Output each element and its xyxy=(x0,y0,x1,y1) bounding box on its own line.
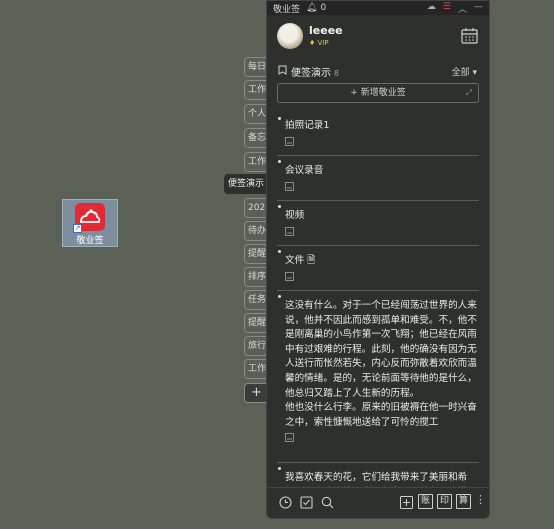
tab-category[interactable]: 工作 xyxy=(244,80,268,100)
attachment-icon[interactable] xyxy=(285,136,294,146)
note-text: 文件 xyxy=(285,255,305,266)
attachment-icon[interactable] xyxy=(285,181,294,191)
note-text: 会议录音 xyxy=(277,156,479,179)
tab-category[interactable]: 任务 xyxy=(244,290,268,310)
tab-category[interactable]: 旅行 xyxy=(244,336,268,356)
collapse-icon[interactable]: ︿ xyxy=(458,2,467,15)
notes-panel: 敬业签 🔔︎ 0 ☁ ☰ ︿ — leeee ♦ VIP 便签演示 8 全部 ▾ … xyxy=(266,0,490,519)
calculator-button[interactable]: 算 xyxy=(456,494,471,509)
tab-category[interactable]: 工作 xyxy=(244,152,268,172)
note-text: 拍照记录1 xyxy=(277,113,479,134)
more-icon[interactable]: ⋮ xyxy=(475,493,486,506)
app-title: 敬业签 xyxy=(273,4,301,15)
clock-icon[interactable] xyxy=(279,496,292,509)
desktop-shortcut-jingyeqian[interactable]: ↗ 敬业签 xyxy=(62,199,118,247)
filter-label: 全部 xyxy=(451,68,470,78)
cloud-sync-icon[interactable]: ☁ xyxy=(427,2,436,15)
title-bar: 敬业签 🔔︎ 0 ☁ ☰ ︿ — xyxy=(267,1,489,15)
new-note-label: + 新增敬业签 xyxy=(350,88,406,98)
vip-label: VIP xyxy=(317,39,329,47)
tab-category[interactable]: 个人 xyxy=(244,104,268,124)
attachment-icon[interactable] xyxy=(285,226,294,236)
tab-category[interactable]: 提醒 xyxy=(244,244,268,264)
bell-icon[interactable]: 🔔︎ xyxy=(306,3,317,13)
list-item[interactable]: 文件 🗎 xyxy=(277,246,479,291)
section-title: 便签演示 xyxy=(291,68,331,79)
new-note-button[interactable]: + 新增敬业签 ⤢ xyxy=(277,83,479,103)
add-icon[interactable] xyxy=(400,496,413,509)
tab-category[interactable]: 提醒 xyxy=(244,313,268,333)
attachment-icon[interactable] xyxy=(285,433,294,443)
attachment-icon[interactable] xyxy=(285,271,294,281)
note-list-icon xyxy=(278,65,287,75)
list-item[interactable]: 视频 xyxy=(277,201,479,246)
tab-category[interactable]: 202 xyxy=(244,198,268,218)
filter-dropdown[interactable]: 全部 ▾ xyxy=(452,65,477,78)
tab-category[interactable]: 每日 xyxy=(244,57,268,77)
list-item[interactable]: 这没有什么。对于一个已经闯荡过世界的人来说，他并不因此而感到孤单和难受。不，他不… xyxy=(277,291,479,463)
minimize-icon[interactable]: — xyxy=(474,2,483,15)
bottom-toolbar: 账 印 算 ⋮ xyxy=(267,487,489,518)
shortcut-arrow-icon: ↗ xyxy=(73,224,82,233)
expand-icon[interactable]: ⤢ xyxy=(466,84,472,102)
username: leeee xyxy=(309,24,343,37)
vip-badge: ♦ VIP xyxy=(309,39,329,47)
note-text: 这没有什么。对于一个已经闯荡过世界的人来说，他并不因此而感到孤单和难受。不，他不… xyxy=(277,291,479,430)
tab-category[interactable]: 工作 xyxy=(244,359,268,379)
document-icon: 🗎 xyxy=(307,255,316,266)
note-text: 视频 xyxy=(277,201,479,224)
menu-icon[interactable]: ☰ xyxy=(443,2,451,15)
section-header: 便签演示 8 全部 ▾ xyxy=(267,61,489,79)
avatar[interactable] xyxy=(277,23,303,49)
tab-category[interactable]: 排序 xyxy=(244,267,268,287)
calendar-icon[interactable] xyxy=(461,28,478,44)
tab-category[interactable]: 待办 xyxy=(244,221,268,241)
note-list: 拍照记录1 会议录音 视频 文件 🗎 这没有什么。对于一个已经闯荡过世界的人来说… xyxy=(277,113,479,503)
add-tab-button[interactable]: + xyxy=(244,383,268,403)
account-button[interactable]: 账 xyxy=(418,494,433,509)
tab-category-active[interactable]: 便签演示 xyxy=(224,174,268,194)
print-button[interactable]: 印 xyxy=(437,494,452,509)
search-icon[interactable] xyxy=(321,496,334,509)
list-item[interactable]: 会议录音 xyxy=(277,156,479,201)
section-count: 8 xyxy=(334,69,340,78)
list-item[interactable]: 拍照记录1 xyxy=(277,113,479,156)
checklist-icon[interactable] xyxy=(300,496,313,509)
tab-category[interactable]: 备忘 xyxy=(244,128,268,148)
desktop-icon-label: 敬业签 xyxy=(76,236,104,246)
profile-header: leeee ♦ VIP xyxy=(267,15,489,57)
bell-count: 0 xyxy=(320,3,327,13)
